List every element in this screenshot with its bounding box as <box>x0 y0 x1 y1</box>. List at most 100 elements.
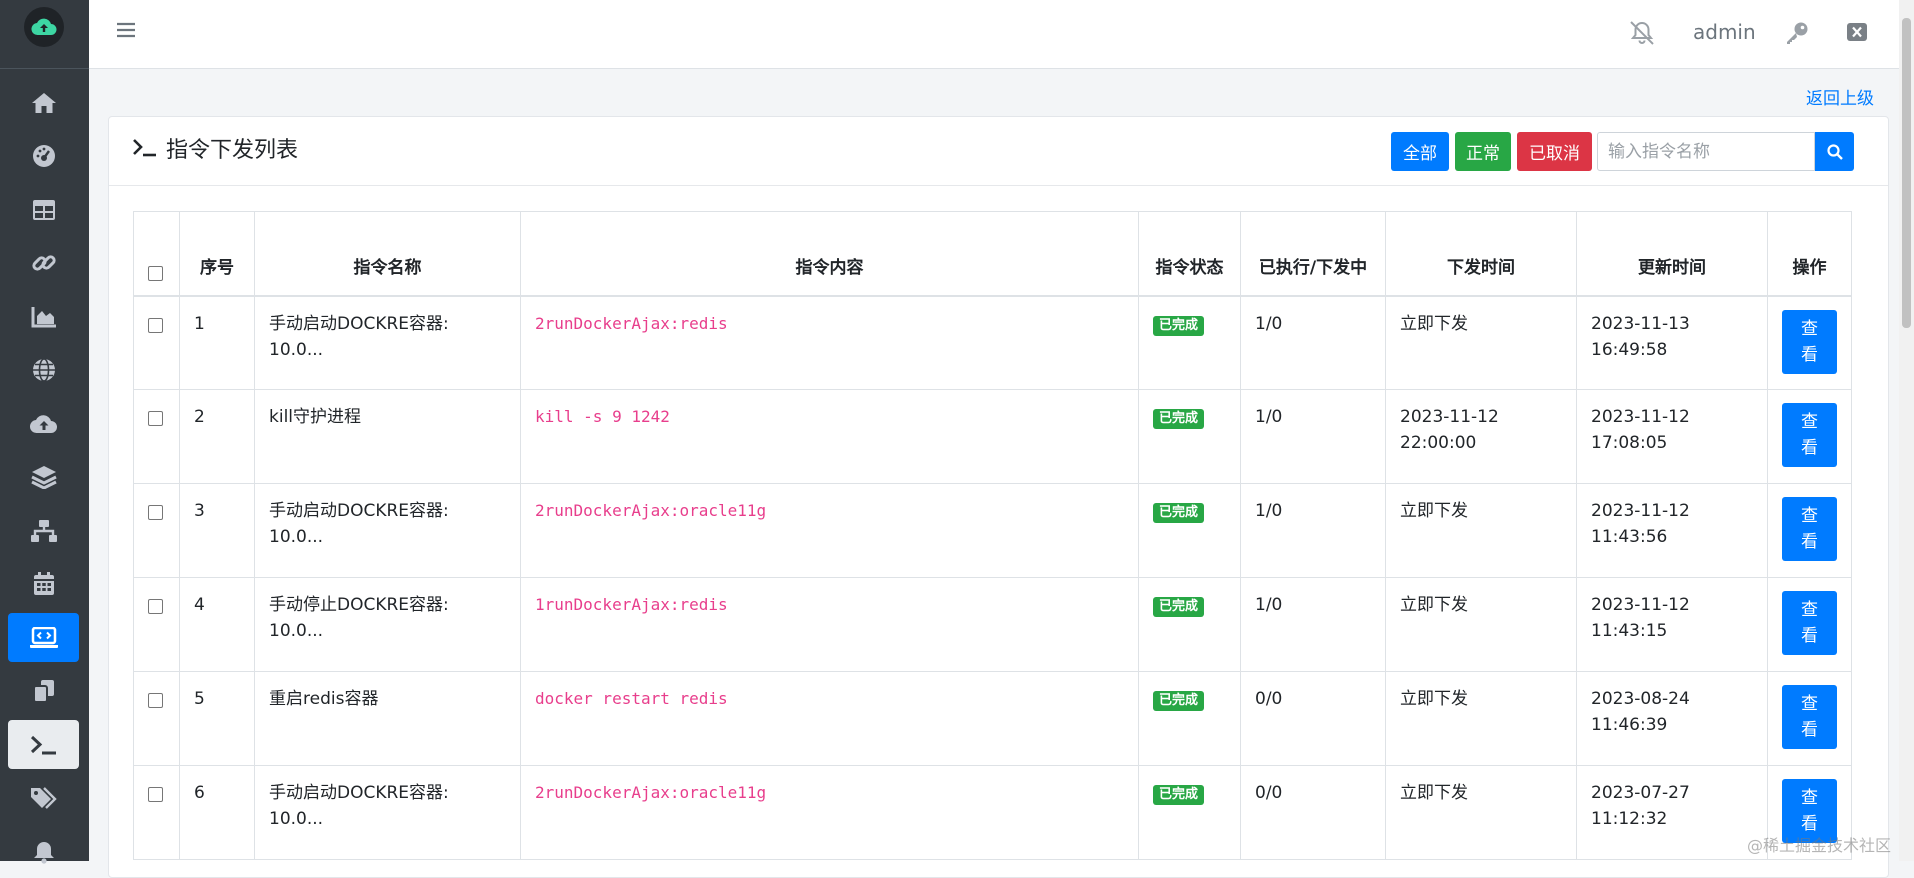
tags-icon <box>30 786 57 809</box>
row-name: 手动启动DOCKRE容器: 10.0... <box>254 483 521 578</box>
col-index: 序号 <box>179 211 255 297</box>
user-name[interactable]: admin <box>1693 20 1756 44</box>
menu-toggle-button[interactable] <box>117 22 135 42</box>
row-checkbox[interactable] <box>148 693 163 708</box>
row-index: 4 <box>179 577 255 672</box>
sidebar-item-copy[interactable] <box>8 666 79 715</box>
dashboard-icon <box>32 144 55 167</box>
cloud-upload-icon <box>29 414 57 433</box>
view-button[interactable]: 查看 <box>1782 497 1837 561</box>
row-name-line2: 10.0... <box>269 809 324 829</box>
row-executed: 1/0 <box>1240 389 1386 484</box>
sidebar-item-table[interactable] <box>8 185 79 234</box>
row-name: 手动启动DOCKRE容器: 10.0... <box>254 765 521 860</box>
col-action: 操作 <box>1767 211 1852 297</box>
col-name: 指令名称 <box>254 211 521 297</box>
view-button-line1: 查 <box>1801 600 1818 620</box>
row-checkbox[interactable] <box>148 411 163 426</box>
row-select-cell <box>133 389 180 484</box>
sidebar-item-commands[interactable] <box>8 613 79 662</box>
home-icon <box>31 92 56 113</box>
row-action: 查看 <box>1767 389 1852 484</box>
row-content: docker restart redis <box>520 671 1139 766</box>
row-send-time: 立即下发 <box>1385 671 1577 766</box>
scrollbar-thumb[interactable] <box>1902 18 1911 328</box>
col-update-time: 更新时间 <box>1576 211 1768 297</box>
sidebar-item-globe[interactable] <box>8 345 79 394</box>
row-update-line1: 2023-11-12 <box>1591 595 1690 615</box>
sidebar-item-home[interactable] <box>8 78 79 127</box>
row-checkbox[interactable] <box>148 505 163 520</box>
row-content-code: 1runDockerAjax:redis <box>535 595 728 614</box>
row-index: 1 <box>179 295 255 390</box>
select-all-checkbox[interactable] <box>148 265 163 281</box>
row-content: 2runDockerAjax:oracle11g <box>520 765 1139 860</box>
sidebar-item-chart[interactable] <box>8 292 79 341</box>
sidebar-item-upload[interactable] <box>8 399 79 448</box>
row-name: 重启redis容器 <box>254 671 521 766</box>
row-update-time: 2023-11-12 17:08:05 <box>1576 389 1768 484</box>
logout-button[interactable] <box>1846 22 1868 46</box>
row-checkbox[interactable] <box>148 599 163 614</box>
filter-all-button[interactable]: 全部 <box>1391 132 1449 171</box>
view-button-line2: 看 <box>1801 532 1818 552</box>
row-status: 已完成 <box>1138 295 1241 390</box>
row-update-line2: 11:46:39 <box>1591 715 1668 735</box>
card-header: 指令下发列表 全部 正常 已取消 <box>109 117 1888 186</box>
notifications-toggle[interactable] <box>1628 20 1656 50</box>
view-button-line1: 查 <box>1801 318 1818 339</box>
row-status: 已完成 <box>1138 765 1241 860</box>
row-name-line1: kill守护进程 <box>269 407 362 427</box>
view-button[interactable]: 查看 <box>1782 403 1837 467</box>
table-row: 2 kill守护进程 kill -s 9 1242 已完成 1/0 2023-11-12 2… <box>133 389 1852 484</box>
row-executed: 0/0 <box>1240 671 1386 766</box>
row-checkbox[interactable] <box>148 317 163 333</box>
filter-normal-button[interactable]: 正常 <box>1455 132 1511 171</box>
col-executed: 已执行/下发中 <box>1240 211 1386 297</box>
view-button-line1: 查 <box>1801 412 1818 432</box>
status-badge: 已完成 <box>1153 691 1205 711</box>
row-update-line2: 11:43:56 <box>1591 527 1668 547</box>
row-index: 5 <box>179 671 255 766</box>
row-status: 已完成 <box>1138 577 1241 672</box>
row-status: 已完成 <box>1138 483 1241 578</box>
sidebar-item-calendar[interactable] <box>8 559 79 608</box>
page-scrollbar[interactable] <box>1899 0 1914 861</box>
row-executed: 1/0 <box>1240 577 1386 672</box>
sidebar-item-link[interactable] <box>8 238 79 287</box>
back-link[interactable]: 返回上级 <box>1806 84 1874 109</box>
copy-icon <box>32 679 54 703</box>
row-executed: 0/0 <box>1240 765 1386 860</box>
row-name: 手动启动DOCKRE容器: 10.0... <box>254 295 521 390</box>
status-badge: 已完成 <box>1153 503 1205 523</box>
view-button[interactable]: 查看 <box>1782 685 1837 749</box>
search-button[interactable] <box>1815 132 1854 171</box>
row-name-line2: 10.0... <box>269 339 324 360</box>
view-button-line1: 查 <box>1801 788 1818 808</box>
row-status: 已完成 <box>1138 389 1241 484</box>
sidebar-item-dashboard[interactable] <box>8 131 79 180</box>
status-badge: 已完成 <box>1153 315 1205 336</box>
sidebar-item-terminal[interactable] <box>8 720 79 769</box>
card-title: 指令下发列表 <box>132 132 298 164</box>
filter-cancelled-button[interactable]: 已取消 <box>1517 132 1592 171</box>
close-box-icon <box>1847 23 1867 41</box>
row-update-line2: 11:43:15 <box>1591 621 1668 641</box>
table-row: 4 手动停止DOCKRE容器: 10.0... 1runDockerAjax:redi… <box>133 577 1852 672</box>
view-button[interactable]: 查看 <box>1782 309 1837 374</box>
sidebar-item-sitemap[interactable] <box>8 506 79 555</box>
sidebar-item-tags[interactable] <box>8 773 79 822</box>
sitemap-icon <box>30 519 57 542</box>
row-checkbox[interactable] <box>148 787 163 802</box>
row-send-time: 立即下发 <box>1385 577 1577 672</box>
sidebar-item-notifications[interactable] <box>8 827 79 876</box>
view-button[interactable]: 查看 <box>1782 591 1837 655</box>
table-row: 1 手动启动DOCKRE容器: 10.0... 2runDockerAjax:redi… <box>133 295 1852 390</box>
row-name-line2: 10.0... <box>269 527 324 547</box>
sidebar-item-layers[interactable] <box>8 452 79 501</box>
search-input[interactable] <box>1597 132 1815 171</box>
change-password-button[interactable] <box>1785 21 1809 49</box>
row-update-line2: 16:49:58 <box>1591 339 1668 360</box>
brand-logo[interactable] <box>24 7 64 47</box>
select-all-cell <box>133 211 180 297</box>
